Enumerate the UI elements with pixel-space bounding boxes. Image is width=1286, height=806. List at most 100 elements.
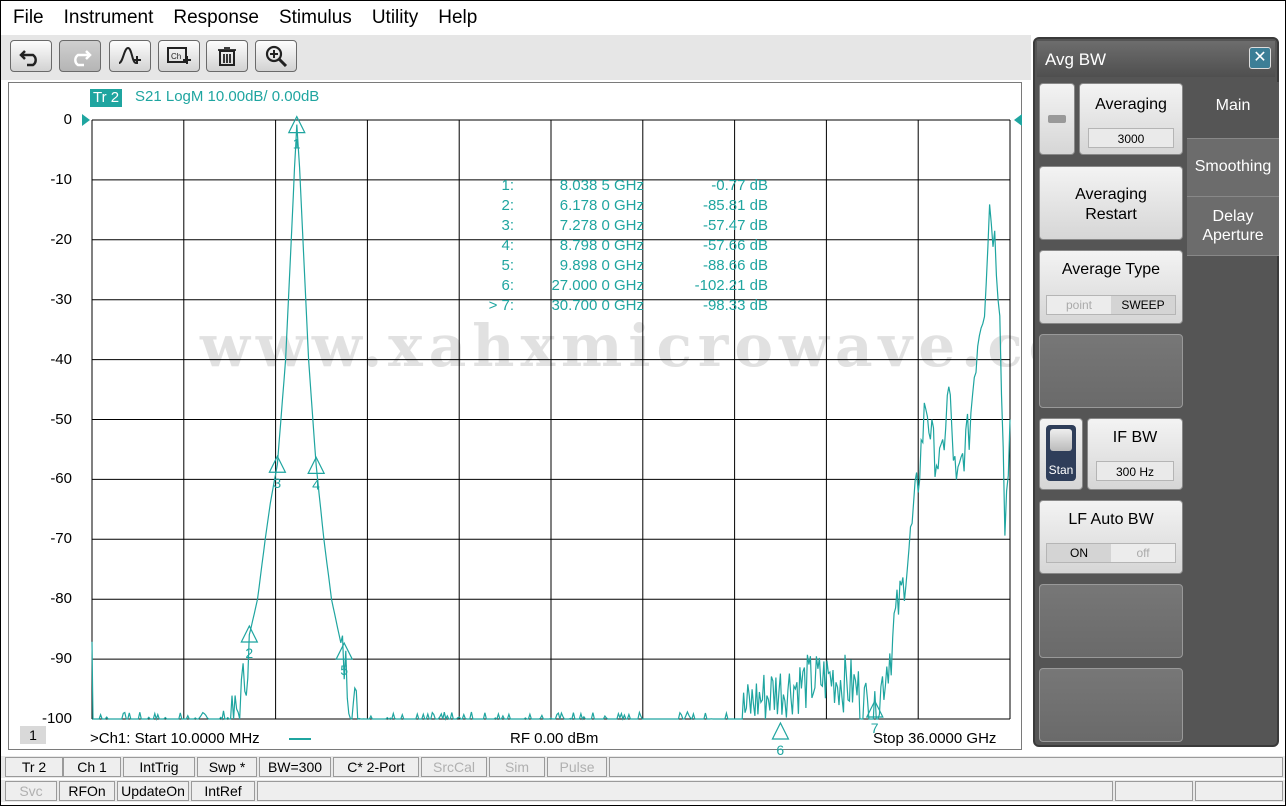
average-type-button[interactable]: Average Type point SWEEP	[1039, 250, 1183, 324]
marker-label: 4	[312, 476, 320, 492]
status-trigger[interactable]: IntTrig	[123, 757, 195, 777]
marker-val: -102.21 dB	[694, 277, 768, 294]
rf-power[interactable]: RF 0.00 dBm	[510, 730, 598, 747]
toolbar: Ch	[1, 35, 1031, 80]
status-channel[interactable]: Ch 1	[63, 757, 121, 777]
marker-freq: 6.178 0 GHz	[559, 197, 644, 214]
delete-icon	[218, 47, 236, 66]
delete-button[interactable]	[206, 40, 248, 72]
empty-softkey-2	[1039, 584, 1183, 658]
y-tick-label: -70	[50, 530, 72, 548]
empty-softkey-1	[1039, 334, 1183, 408]
y-tick-label: -10	[50, 170, 72, 188]
lf-auto-bw-on[interactable]: ON	[1047, 544, 1111, 562]
averaging-value[interactable]: 3000	[1088, 128, 1174, 148]
marker-val: -57.66 dB	[702, 237, 768, 254]
stan-button[interactable]: Stan	[1039, 418, 1083, 490]
marker-num: 2:	[501, 197, 514, 214]
add-channel-icon: Ch	[167, 47, 191, 64]
status-bandwidth[interactable]: BW=300	[259, 757, 331, 777]
status-sweep[interactable]: Swp *	[197, 757, 257, 777]
marker-num: 1:	[501, 177, 514, 194]
trace-title: S21 LogM 10.00dB/ 0.00dB	[135, 88, 320, 105]
average-type-sweep[interactable]: SWEEP	[1111, 296, 1175, 314]
marker-freq: 9.898 0 GHz	[559, 257, 644, 274]
marker-freq: 27.000 0 GHz	[551, 277, 644, 294]
channel-number[interactable]: 1	[20, 726, 46, 744]
menu-bar: File Instrument Response Stimulus Utilit…	[1, 1, 1285, 35]
marker-label: 1	[293, 136, 301, 152]
status-pulse[interactable]: Pulse	[547, 757, 607, 777]
start-frequency[interactable]: >Ch1: Start 10.0000 MHz	[90, 730, 260, 747]
status-rf-on[interactable]: RFOn	[59, 781, 115, 801]
status-filler-2	[257, 781, 1113, 801]
status-svc[interactable]: Svc	[5, 781, 57, 801]
status-update-on[interactable]: UpdateOn	[117, 781, 189, 801]
lf-auto-bw-switch[interactable]: ON off	[1046, 543, 1176, 563]
marker-val: -88.66 dB	[702, 257, 768, 274]
status-filler-3	[1115, 781, 1193, 801]
lf-auto-bw-off[interactable]: off	[1111, 544, 1175, 562]
status-srccal[interactable]: SrcCal	[421, 757, 487, 777]
toggle-indicator-icon	[1048, 115, 1066, 123]
status-calibration[interactable]: C* 2-Port	[333, 757, 419, 777]
tab-smoothing[interactable]: Smoothing	[1187, 138, 1279, 196]
y-tick-label: -20	[50, 230, 72, 248]
undo-button[interactable]	[10, 40, 52, 72]
status-sim[interactable]: Sim	[489, 757, 545, 777]
marker-label: 3	[273, 475, 281, 491]
stop-frequency[interactable]: Stop 36.0000 GHz	[873, 730, 996, 747]
menu-help[interactable]: Help	[438, 7, 477, 29]
add-trace-button[interactable]	[109, 40, 151, 72]
marker-val: -85.81 dB	[702, 197, 768, 214]
status-int-ref[interactable]: IntRef	[191, 781, 255, 801]
y-tick-label: -50	[50, 410, 72, 428]
panel-title: Avg BW	[1045, 50, 1107, 69]
redo-button[interactable]	[59, 40, 101, 72]
menu-response[interactable]: Response	[173, 7, 259, 29]
menu-file[interactable]: File	[13, 7, 44, 29]
zoom-icon	[265, 45, 288, 67]
stan-label: Stan	[1048, 463, 1074, 477]
tab-main[interactable]: Main	[1187, 82, 1279, 138]
menu-instrument[interactable]: Instrument	[64, 7, 154, 29]
marker-val: -57.47 dB	[702, 217, 768, 234]
tab-delay-aperture[interactable]: Delay Aperture	[1187, 196, 1279, 256]
y-tick-label: -80	[50, 590, 72, 608]
average-type-label: Average Type	[1061, 261, 1161, 278]
add-trace-icon	[118, 46, 141, 64]
averaging-restart-button[interactable]: Averaging Restart	[1039, 166, 1183, 240]
y-tick-label: -60	[50, 470, 72, 488]
marker-triangle	[335, 641, 354, 660]
y-tick-label: -100	[41, 710, 72, 727]
averaging-restart-label: Averaging Restart	[1075, 186, 1147, 223]
averaging-toggle[interactable]	[1039, 83, 1075, 155]
marker-freq: 7.278 0 GHz	[559, 217, 644, 234]
if-bw-value[interactable]: 300 Hz	[1096, 461, 1174, 481]
status-filler-1	[609, 757, 1283, 777]
add-channel-button[interactable]: Ch	[158, 40, 200, 72]
marker-num: 4:	[501, 237, 514, 254]
if-bw-label: IF BW	[1112, 429, 1158, 446]
marker-label: 5	[340, 662, 348, 678]
average-type-point[interactable]: point	[1047, 296, 1111, 314]
marker-freq: 8.798 0 GHz	[559, 237, 644, 254]
empty-softkey-3	[1039, 668, 1183, 742]
close-icon[interactable]: ✕	[1249, 47, 1271, 69]
trace-swatch	[289, 738, 311, 740]
y-tick-label: 0	[63, 111, 72, 128]
marker-num: 5:	[501, 257, 514, 274]
zoom-button[interactable]	[255, 40, 297, 72]
marker-label: 2	[245, 645, 253, 661]
averaging-button[interactable]: Averaging 3000	[1079, 83, 1183, 155]
status-trace[interactable]: Tr 2	[5, 757, 63, 777]
menu-utility[interactable]: Utility	[372, 7, 418, 29]
lf-auto-bw-label: LF Auto BW	[1068, 511, 1154, 528]
marker-val: -0.77 dB	[711, 177, 768, 194]
lf-auto-bw-button[interactable]: LF Auto BW ON off	[1039, 500, 1183, 574]
averaging-label: Averaging	[1095, 96, 1167, 113]
if-bw-button[interactable]: IF BW 300 Hz	[1087, 418, 1183, 490]
average-type-switch[interactable]: point SWEEP	[1046, 295, 1176, 315]
status-bar-2: Svc RFOn UpdateOn IntRef	[1, 780, 1285, 802]
menu-stimulus[interactable]: Stimulus	[279, 7, 352, 29]
